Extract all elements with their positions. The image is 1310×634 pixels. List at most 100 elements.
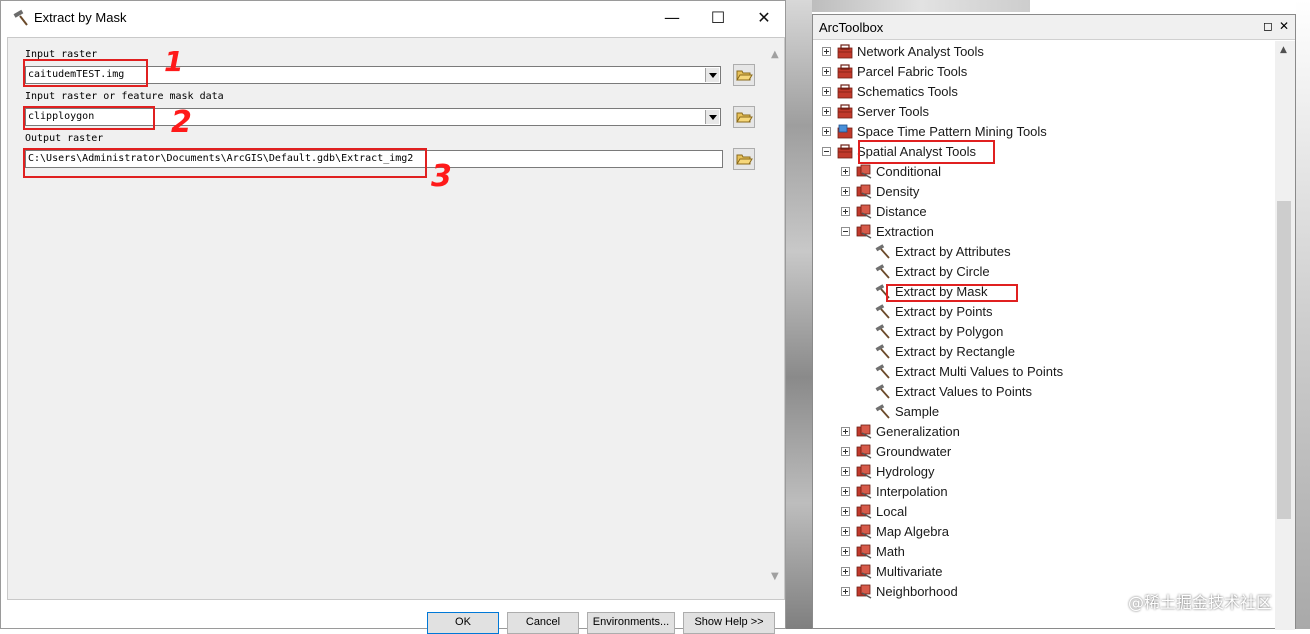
tree-item-space-time-pattern-mining-tools[interactable]: Space Time Pattern Mining Tools	[813, 122, 1273, 142]
expand-icon[interactable]	[822, 107, 831, 116]
expand-icon[interactable]	[841, 507, 850, 516]
expand-icon[interactable]	[841, 567, 850, 576]
dialog-scrollbar[interactable]: ▲ ▼	[767, 45, 784, 590]
expand-icon[interactable]	[822, 47, 831, 56]
expand-icon[interactable]	[841, 547, 850, 556]
tree-item-extract-values-to-points[interactable]: Extract Values to Points	[813, 382, 1273, 402]
scroll-up-icon[interactable]: ▲	[1280, 45, 1287, 55]
tree-item-extraction[interactable]: Extraction	[813, 222, 1273, 242]
arctoolbox-titlebar[interactable]: ArcToolbox ◻ ✕	[813, 15, 1295, 40]
environments-button[interactable]: Environments...	[587, 612, 675, 634]
toolbox-icon	[837, 84, 853, 99]
toolset-icon	[856, 204, 872, 219]
tree-item-schematics-tools[interactable]: Schematics Tools	[813, 82, 1273, 102]
highlight-box-output	[23, 148, 427, 178]
close-button[interactable]: ✕	[741, 1, 787, 35]
cancel-button[interactable]: Cancel	[507, 612, 579, 634]
scroll-thumb[interactable]	[1277, 201, 1291, 519]
tree-item-label: Extract Values to Points	[895, 384, 1033, 399]
show-help-button[interactable]: Show Help >>	[683, 612, 775, 634]
tree-item-label: Server Tools	[857, 104, 930, 119]
tree-item-extract-by-points[interactable]: Extract by Points	[813, 302, 1273, 322]
restore-icon[interactable]: ◻	[1263, 19, 1273, 33]
annotation-2: 2	[171, 105, 192, 140]
minimize-button[interactable]: —	[649, 1, 695, 35]
hammer-icon	[875, 364, 890, 379]
watermark: @稀土掘金技术社区	[1128, 593, 1273, 612]
chevron-down-icon[interactable]	[705, 110, 719, 124]
tree-item-label: Hydrology	[876, 464, 935, 479]
extract-by-mask-dialog: Extract by Mask — ☐ ✕ Input raster caitu…	[0, 0, 786, 634]
tree-item-label: Extract by Circle	[895, 264, 990, 279]
tree-item-label: Network Analyst Tools	[857, 44, 984, 59]
tree-item-extract-multi-values-to-points[interactable]: Extract Multi Values to Points	[813, 362, 1273, 382]
tree-item-label: Extraction	[876, 224, 934, 239]
expand-icon[interactable]	[841, 467, 850, 476]
tree-item-label: Groundwater	[876, 444, 952, 459]
close-icon[interactable]: ✕	[1279, 19, 1289, 33]
tree-item-extract-by-rectangle[interactable]: Extract by Rectangle	[813, 342, 1273, 362]
expand-icon[interactable]	[822, 67, 831, 76]
toolset-icon	[856, 524, 872, 539]
tree-item-extract-by-circle[interactable]: Extract by Circle	[813, 262, 1273, 282]
browse-mask-button[interactable]	[733, 106, 755, 128]
tree-item-extract-by-mask[interactable]: Extract by Mask	[813, 282, 1273, 302]
tree-item-label: Extract by Points	[895, 304, 993, 319]
scroll-down-icon[interactable]: ▼	[771, 571, 779, 582]
map-background-blank	[1030, 0, 1310, 12]
tree-item-groundwater[interactable]: Groundwater	[813, 442, 1273, 462]
hammer-icon	[875, 324, 890, 339]
tree-item-parcel-fabric-tools[interactable]: Parcel Fabric Tools	[813, 62, 1273, 82]
tree-item-map-algebra[interactable]: Map Algebra	[813, 522, 1273, 542]
hammer-icon	[875, 304, 890, 319]
expand-icon[interactable]	[841, 587, 850, 596]
expand-icon[interactable]	[841, 427, 850, 436]
tree-item-distance[interactable]: Distance	[813, 202, 1273, 222]
ok-button[interactable]: OK	[427, 612, 499, 634]
tree-item-extract-by-attributes[interactable]: Extract by Attributes	[813, 242, 1273, 262]
annotation-3: 3	[431, 159, 452, 194]
toolset-icon	[856, 544, 872, 559]
hammer-icon	[13, 9, 28, 26]
tree-item-density[interactable]: Density	[813, 182, 1273, 202]
tree-item-generalization[interactable]: Generalization	[813, 422, 1273, 442]
collapse-icon[interactable]	[841, 227, 850, 236]
tree-item-multivariate[interactable]: Multivariate	[813, 562, 1273, 582]
toolbox-scrollbar[interactable]: ▲	[1275, 41, 1295, 630]
folder-open-icon	[736, 154, 753, 165]
expand-icon[interactable]	[841, 487, 850, 496]
dialog-titlebar[interactable]: Extract by Mask — ☐ ✕	[1, 1, 785, 35]
tree-item-interpolation[interactable]: Interpolation	[813, 482, 1273, 502]
expand-icon[interactable]	[822, 127, 831, 136]
tree-item-label: Local	[876, 504, 908, 519]
tree-item-conditional[interactable]: Conditional	[813, 162, 1273, 182]
tree-item-hydrology[interactable]: Hydrology	[813, 462, 1273, 482]
tree-item-math[interactable]: Math	[813, 542, 1273, 562]
tree-item-label: Density	[876, 184, 920, 199]
folder-open-icon	[736, 112, 753, 123]
arctoolbox-title: ArcToolbox	[819, 20, 884, 35]
expand-icon[interactable]	[822, 87, 831, 96]
expand-icon[interactable]	[841, 447, 850, 456]
tree-item-network-analyst-tools[interactable]: Network Analyst Tools	[813, 42, 1273, 62]
maximize-button[interactable]: ☐	[695, 1, 741, 35]
expand-icon[interactable]	[841, 167, 850, 176]
tree-item-server-tools[interactable]: Server Tools	[813, 102, 1273, 122]
chevron-down-icon[interactable]	[705, 68, 719, 82]
scroll-up-icon[interactable]: ▲	[771, 49, 779, 60]
tree-item-label: Space Time Pattern Mining Tools	[857, 124, 1047, 139]
tree-item-extract-by-polygon[interactable]: Extract by Polygon	[813, 322, 1273, 342]
toolbox-icon	[837, 44, 853, 59]
expand-icon[interactable]	[841, 187, 850, 196]
tree-item-label: Multivariate	[876, 564, 943, 579]
toolbox-icon	[837, 144, 853, 159]
expand-icon[interactable]	[841, 527, 850, 536]
output-raster-label: Output raster	[25, 133, 104, 144]
collapse-icon[interactable]	[822, 147, 831, 156]
tree-item-sample[interactable]: Sample	[813, 402, 1273, 422]
browse-input-raster-button[interactable]	[733, 64, 755, 86]
arctoolbox-panel: ArcToolbox ◻ ✕ Network Analyst Tools Parc…	[812, 14, 1296, 630]
browse-output-button[interactable]	[733, 148, 755, 170]
expand-icon[interactable]	[841, 207, 850, 216]
tree-item-local[interactable]: Local	[813, 502, 1273, 522]
